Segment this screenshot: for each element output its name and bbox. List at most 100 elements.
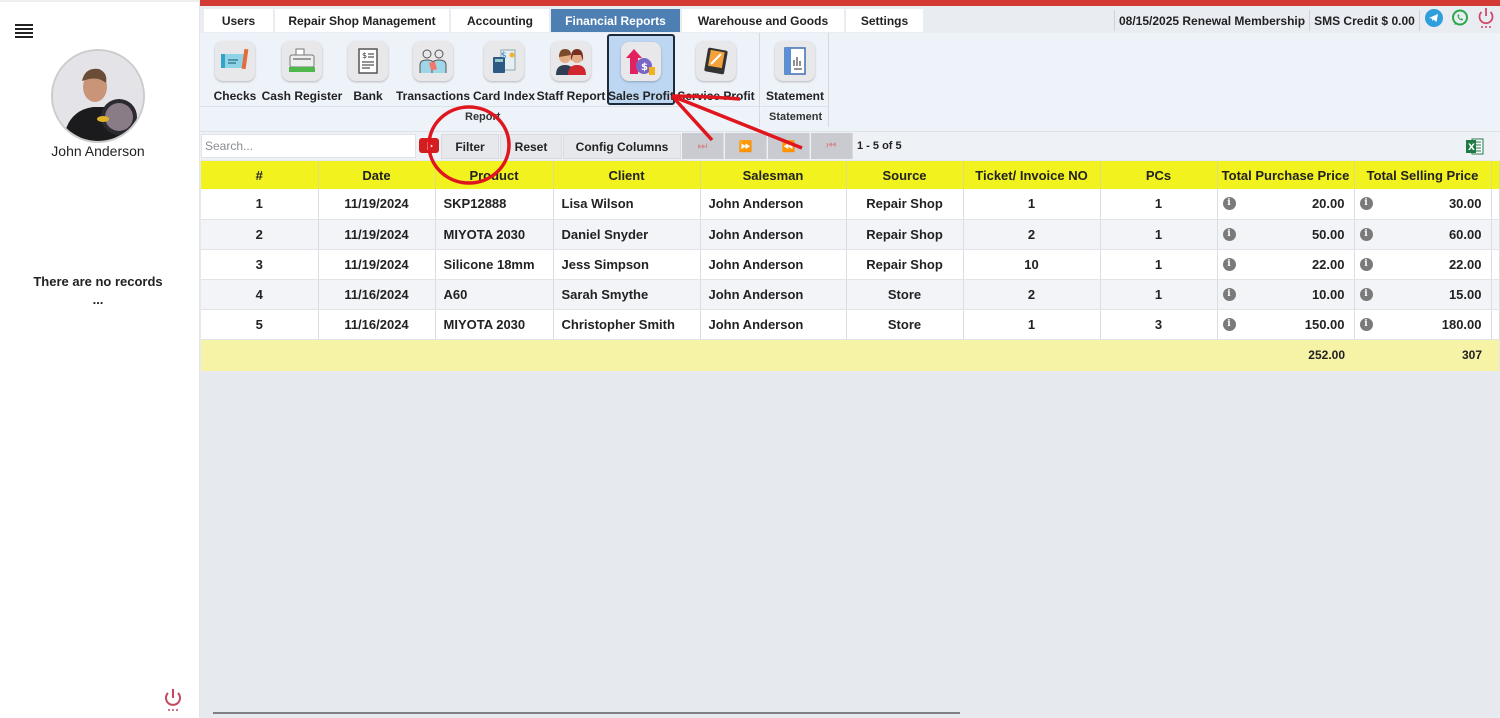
info-icon[interactable]: i xyxy=(1222,257,1236,271)
col-header-total-purchase[interactable]: Total Purchase Price xyxy=(1217,161,1355,189)
totals-empty-cell xyxy=(846,339,963,371)
divider xyxy=(200,106,759,107)
excel-export-icon[interactable]: X xyxy=(1466,138,1484,155)
ribbon-transactions-label: Transactions xyxy=(395,89,471,103)
next-page-button[interactable]: ⏩ xyxy=(725,133,767,159)
ribbon-checks[interactable]: Checks xyxy=(212,35,258,103)
cell-value: 30.00 xyxy=(1448,196,1482,212)
cell-source: Repair Shop xyxy=(846,219,964,250)
col-header-date[interactable]: Date xyxy=(318,161,436,189)
power-icon[interactable] xyxy=(163,688,183,714)
info-icon[interactable]: i xyxy=(1222,287,1236,301)
next-page-icon: ⏩ xyxy=(738,140,753,153)
table-row[interactable]: 2 11/19/2024 MIYOTA 2030 Daniel Snyder John … xyxy=(201,219,1500,250)
ribbon-service-profit[interactable]: Service Profit xyxy=(677,35,755,103)
info-icon[interactable]: i xyxy=(1359,287,1373,301)
col-header-source[interactable]: Source xyxy=(846,161,964,189)
info-icon[interactable]: i xyxy=(1222,197,1236,210)
ribbon-card-index[interactable]: $ Card Index xyxy=(473,35,535,103)
avatar[interactable] xyxy=(51,49,145,143)
table-row[interactable]: 5 11/16/2024 MIYOTA 2030 Christopher Smith J… xyxy=(201,309,1500,340)
ribbon-bank[interactable]: $ Bank xyxy=(348,35,388,103)
ribbon-cash-register[interactable]: Cash Register xyxy=(261,35,343,103)
cell-total-purchase-price: i 150.00 xyxy=(1217,309,1355,340)
cell-total-purchase-price: i 10.00 xyxy=(1217,279,1355,310)
table-row[interactable]: 4 11/16/2024 A60 Sarah Smythe John Anderson S… xyxy=(201,279,1500,310)
cell-row-number: 1 xyxy=(201,189,319,220)
check-icon xyxy=(215,41,255,81)
staff-icon xyxy=(551,41,591,81)
table-row[interactable]: 1 11/19/2024 SKP12888 Lisa Wilson John Ander… xyxy=(201,189,1500,220)
group-label-statement: Statement xyxy=(769,111,823,123)
telegram-icon[interactable] xyxy=(1425,9,1443,32)
cell-row-number: 5 xyxy=(201,309,319,340)
info-icon[interactable]: i xyxy=(1359,227,1373,241)
config-columns-button[interactable]: Config Columns xyxy=(563,134,681,159)
cell-pcs: 3 xyxy=(1100,309,1218,340)
whatsapp-icon[interactable] xyxy=(1451,9,1469,32)
ribbon-card-index-label: Card Index xyxy=(473,89,536,103)
totals-row: 252.00 307 xyxy=(201,339,1499,371)
video-help-icon[interactable] xyxy=(419,138,439,153)
ribbon-sales-profit[interactable]: $ Sales Profit xyxy=(607,34,675,105)
search-input[interactable] xyxy=(201,134,416,158)
reset-button[interactable]: Reset xyxy=(500,134,562,159)
ribbon-staff-report[interactable]: Staff Report xyxy=(537,35,605,103)
cell-value: 22.00 xyxy=(1311,256,1345,272)
col-header-total-selling[interactable]: Total Selling Price xyxy=(1354,161,1492,189)
ribbon-statement[interactable]: Statement xyxy=(764,35,826,103)
info-icon[interactable]: i xyxy=(1222,227,1236,241)
cell-total-selling-price: i 60.00 xyxy=(1354,219,1492,250)
totals-empty-cell xyxy=(201,339,318,371)
cell-overflow xyxy=(1491,249,1500,280)
cell-overflow xyxy=(1491,219,1500,250)
ribbon-transactions[interactable]: Transactions xyxy=(396,35,470,103)
totals-empty-cell xyxy=(435,339,553,371)
tab-warehouse-and-goods[interactable]: Warehouse and Goods xyxy=(682,9,844,32)
filter-button[interactable]: Filter xyxy=(441,134,499,159)
ribbon-sales-profit-label: Sales Profit xyxy=(607,89,675,103)
ribbon-checks-label: Checks xyxy=(213,89,257,103)
cell-total-selling-price: i 30.00 xyxy=(1354,189,1492,220)
previous-page-button[interactable]: ⏪ xyxy=(768,133,810,159)
divider xyxy=(1309,10,1311,31)
total-selling-price: 307 xyxy=(1354,339,1491,371)
info-icon[interactable]: i xyxy=(1359,197,1373,210)
col-header-product[interactable]: Product xyxy=(435,161,554,189)
col-header-salesman[interactable]: Salesman xyxy=(700,161,847,189)
cell-ticket-invoice-no: 2 xyxy=(963,279,1101,310)
cell-client: Jess Simpson xyxy=(553,249,701,280)
tab-repair-shop-management[interactable]: Repair Shop Management xyxy=(275,9,449,32)
cell-total-selling-price: i 22.00 xyxy=(1354,249,1492,280)
cell-overflow xyxy=(1491,309,1500,340)
last-page-button[interactable]: ⏭ xyxy=(682,133,724,159)
info-icon[interactable]: i xyxy=(1222,317,1236,331)
cell-value: 20.00 xyxy=(1311,196,1345,212)
tab-settings[interactable]: Settings xyxy=(846,9,923,32)
col-header-number[interactable]: # xyxy=(201,161,319,189)
table-row[interactable]: 3 11/19/2024 Silicone 18mm Jess Simpson John… xyxy=(201,249,1500,280)
sms-credit[interactable]: SMS Credit $ 0.00 xyxy=(1314,14,1415,28)
cell-pcs: 1 xyxy=(1100,189,1218,220)
first-page-button[interactable]: ⏮ xyxy=(811,133,853,159)
tab-users[interactable]: Users xyxy=(204,9,273,32)
col-header-client[interactable]: Client xyxy=(553,161,701,189)
info-icon[interactable]: i xyxy=(1359,257,1373,271)
horizontal-scrollbar[interactable] xyxy=(213,712,960,714)
statement-icon xyxy=(775,41,815,81)
cell-row-number: 3 xyxy=(201,249,319,280)
transactions-icon xyxy=(413,41,453,81)
hamburger-icon[interactable] xyxy=(15,24,33,38)
renewal-date[interactable]: 08/15/2025 Renewal Membership xyxy=(1119,14,1305,28)
first-page-icon: ⏮ xyxy=(826,139,837,152)
col-header-ticket-invoice[interactable]: Ticket/ Invoice NO xyxy=(963,161,1101,189)
tab-financial-reports[interactable]: Financial Reports xyxy=(551,9,680,32)
totals-empty-cell xyxy=(963,339,1100,371)
cell-ticket-invoice-no: 1 xyxy=(963,309,1101,340)
bank-document-icon: $ xyxy=(348,41,388,81)
power-icon[interactable] xyxy=(1477,7,1495,34)
col-header-pcs[interactable]: PCs xyxy=(1100,161,1218,189)
tab-accounting[interactable]: Accounting xyxy=(451,9,549,32)
info-icon[interactable]: i xyxy=(1359,317,1373,331)
cash-register-icon xyxy=(282,41,322,81)
